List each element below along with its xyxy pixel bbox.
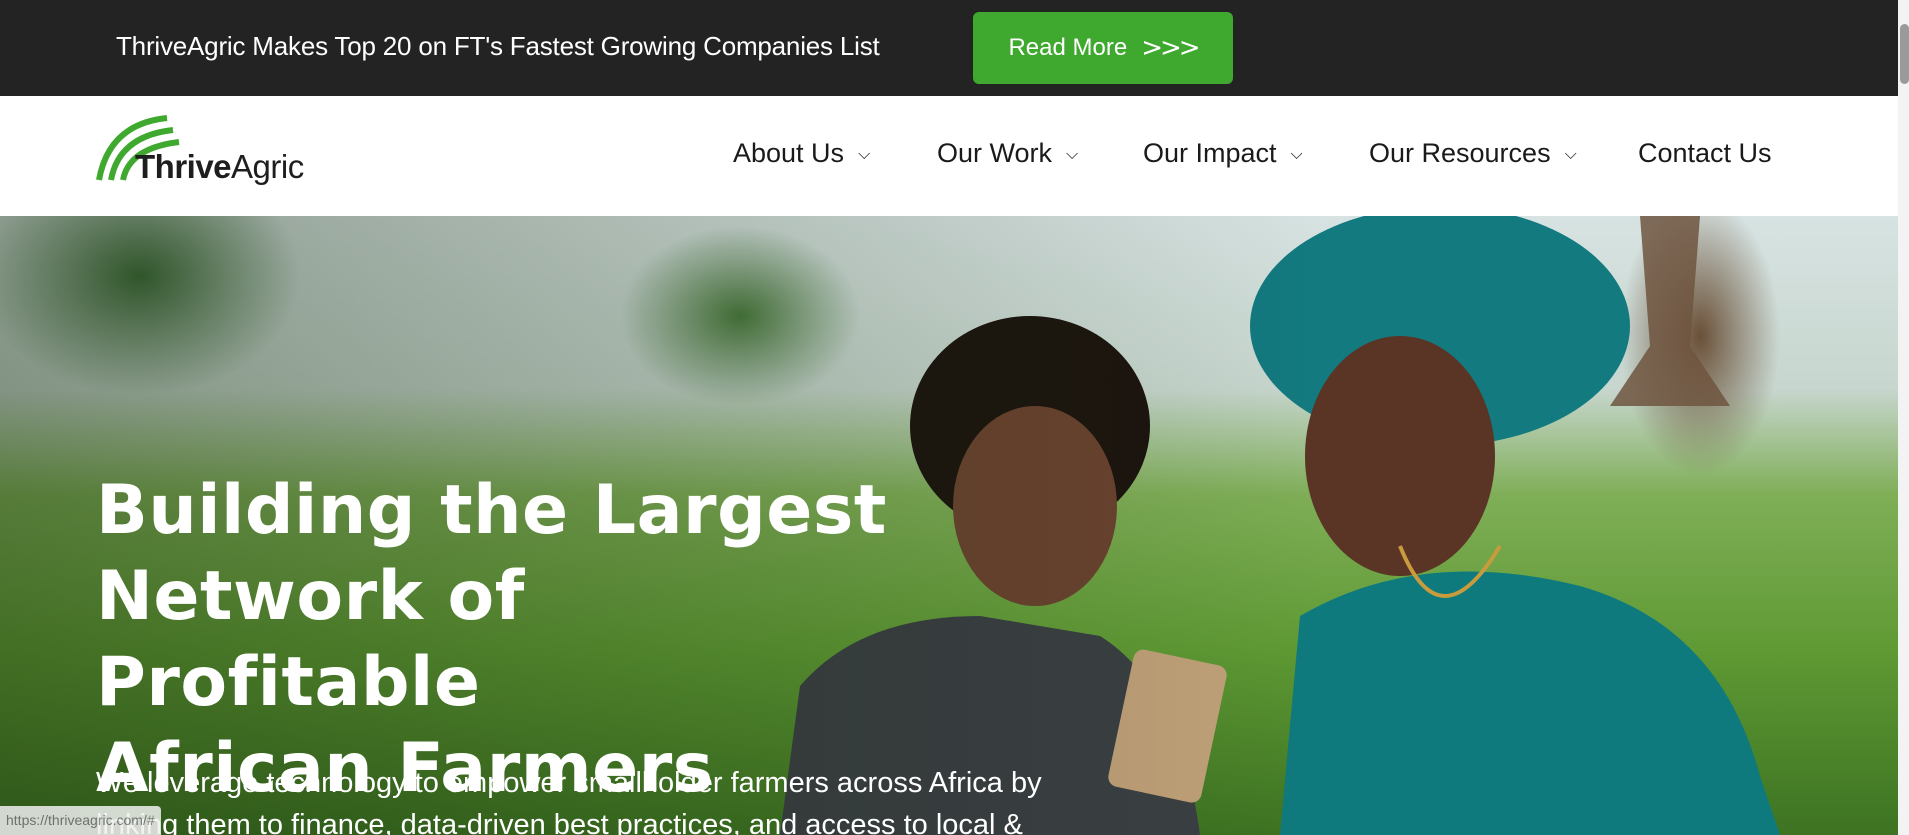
main-navbar: ThriveAgric About Us ⌵ Our Work ⌵ Our Im… [0,96,1898,216]
nav-label: Our Work [937,138,1053,168]
thriveagric-logo[interactable]: ThriveAgric [95,114,315,196]
triple-chevron-icon: >>> [1141,33,1200,63]
nav-our-resources[interactable]: Our Resources ⌵ [1369,138,1577,169]
nav-label: Our Impact [1143,138,1277,168]
chevron-down-icon: ⌵ [1290,143,1303,163]
nav-label: Our Resources [1369,138,1551,168]
hero-subtext: We leverage technology to empower smallh… [96,762,1096,835]
nav-our-work[interactable]: Our Work ⌵ [937,138,1078,169]
nav-our-impact[interactable]: Our Impact ⌵ [1143,138,1303,169]
hero-section: Building the Largest Network of Profitab… [0,216,1898,835]
page-scrollbar[interactable] [1898,0,1909,835]
scrollbar-thumb[interactable] [1900,24,1909,84]
chevron-down-icon: ⌵ [1564,143,1577,163]
status-bar-url: https://thriveagric.com/# [0,806,161,835]
subtext-line: linking them to finance, data-driven bes… [96,809,1023,835]
headline-line: Building the Largest [96,471,887,550]
chevron-down-icon: ⌵ [858,143,871,163]
nav-label: Contact Us [1638,138,1772,168]
read-more-label: Read More [1008,34,1128,61]
headline-line: Network of Profitable [96,557,525,722]
subtext-line: We leverage technology to empower smallh… [96,767,1042,799]
logo-wordmark: ThriveAgric [135,148,304,185]
announcement-bar: ThriveAgric Makes Top 20 on FT's Fastest… [0,0,1909,96]
nav-contact-us[interactable]: Contact Us [1638,138,1772,169]
chevron-down-icon: ⌵ [1066,143,1079,163]
nav-label: About Us [733,138,845,168]
announcement-text: ThriveAgric Makes Top 20 on FT's Fastest… [116,31,880,61]
hero-headline: Building the Largest Network of Profitab… [96,468,916,812]
read-more-button[interactable]: Read More >>> [973,12,1233,84]
nav-about-us[interactable]: About Us ⌵ [733,138,870,169]
